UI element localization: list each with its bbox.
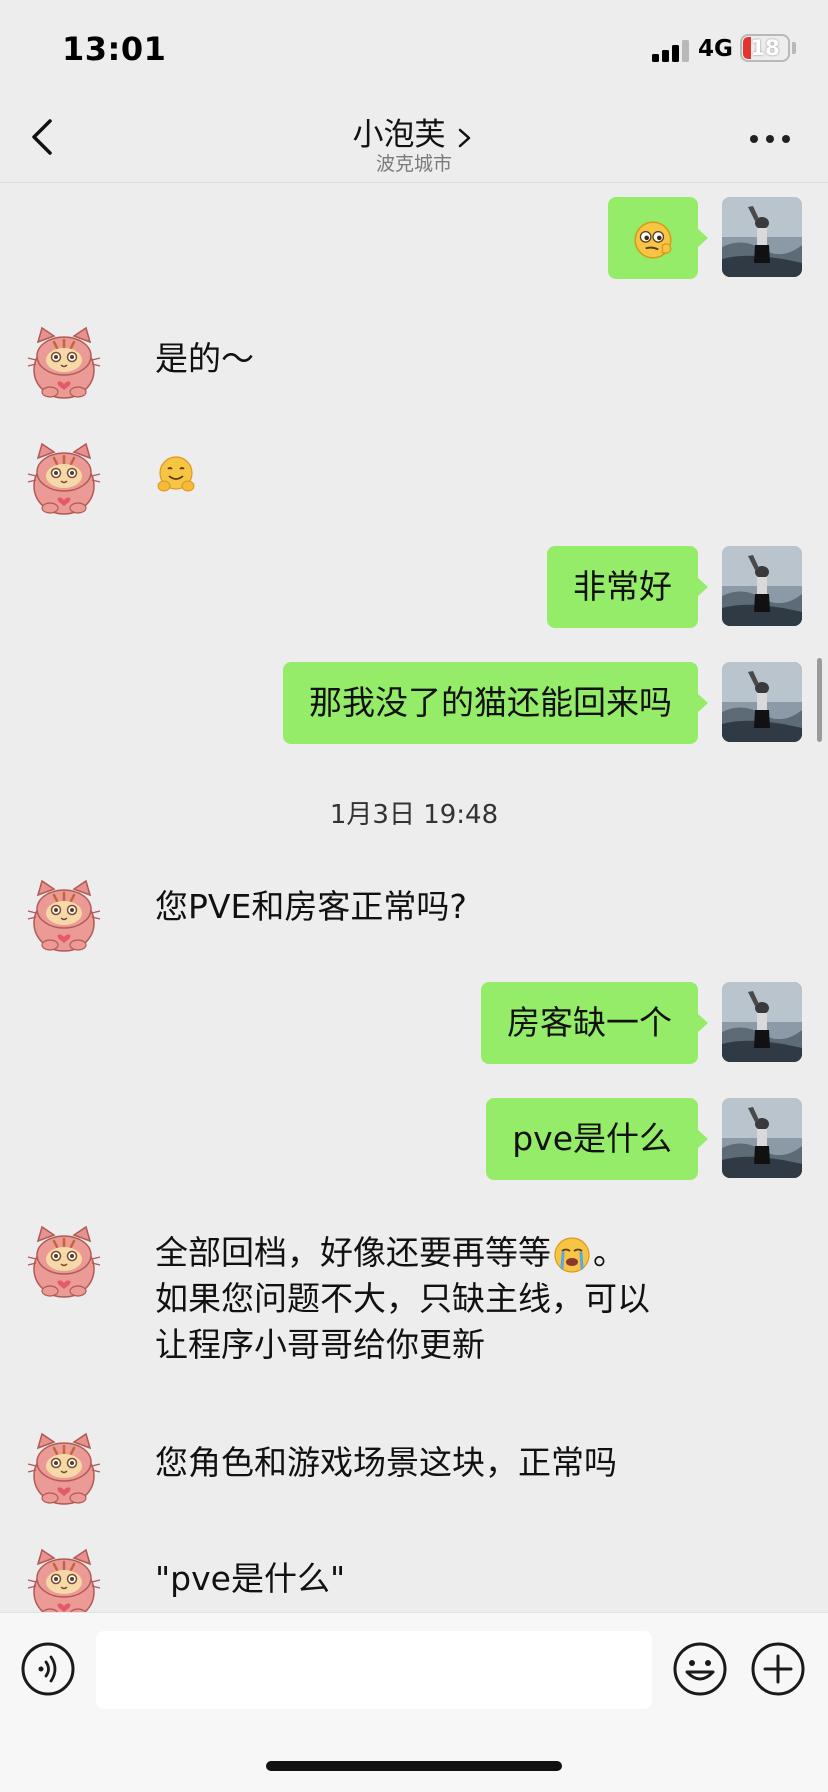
message-bubble-self[interactable] [608,197,708,279]
input-bar [0,1612,828,1792]
message-line: 如果您问题不大，只缺主线，可以 [155,1279,650,1318]
battery-level: 18 [750,36,780,60]
message-bubble-self[interactable]: 非常好 [547,546,708,628]
emoji-face-icon[interactable] [672,1641,728,1697]
home-indicator [266,1761,562,1771]
hug-emoji-icon [157,455,195,491]
chat-title[interactable]: 小泡芙 [353,117,446,153]
message-text-contact[interactable]: "pve是什么" [155,1556,345,1602]
avatar-self[interactable] [722,197,802,277]
signal-icon [652,38,690,62]
chat-title-area[interactable]: 小泡芙 [0,109,828,154]
message-bubble-self[interactable]: 那我没了的猫还能回来吗 [283,662,708,744]
message-timestamp: 1月3日 19:48 [329,800,499,830]
message-input[interactable] [96,1631,652,1709]
avatar-contact[interactable] [24,436,104,516]
message-line: 让程序小哥哥给你更新 [155,1325,485,1364]
message-text-contact[interactable]: 您PVE和房客正常吗? [155,884,467,930]
crying-emoji-icon [554,1236,590,1273]
plus-circle-icon[interactable] [750,1641,806,1697]
battery-icon: 18 [740,34,790,62]
message-bubble-self[interactable]: 房客缺一个 [481,982,708,1064]
chat-messages[interactable]: 是的～ 非常好 那我没了的猫还能回来吗 1月3日 19:48 您PVE和房客正常… [0,184,828,1612]
message-text-contact[interactable]: 全部回档，好像还要再等等 。 如果您问题不大，只缺主线，可以 让程序小哥哥给你更… [155,1230,650,1368]
avatar-self[interactable] [722,1098,802,1178]
avatar-self[interactable] [722,982,802,1062]
more-dots-icon[interactable] [750,135,790,147]
thinking-emoji-icon [634,220,672,259]
message-line-text: 。 [593,1233,626,1272]
message-line: 全部回档，好像还要再等等 。 [155,1230,650,1276]
scrollbar[interactable] [817,658,822,742]
chat-subtitle: 波克城市 [375,153,452,175]
message-emoji-contact[interactable] [155,450,197,496]
chevron-right-icon [458,128,470,147]
avatar-contact[interactable] [24,1542,104,1612]
avatar-self[interactable] [722,546,802,626]
avatar-contact[interactable] [24,320,104,400]
chat-header: 小泡芙 波克城市 [0,95,828,183]
avatar-contact[interactable] [24,1219,104,1299]
avatar-contact[interactable] [24,1426,104,1506]
message-text-contact[interactable]: 您角色和游戏场景这块，正常吗 [155,1440,617,1486]
message-bubble-self[interactable]: pve是什么 [486,1098,708,1180]
status-time: 13:01 [62,30,167,68]
message-line-text: 全部回档，好像还要再等等 [155,1233,551,1272]
network-type: 4G [698,36,733,62]
message-text-contact[interactable]: 是的～ [155,336,254,382]
avatar-contact[interactable] [24,873,104,953]
voice-icon[interactable] [20,1641,76,1697]
status-bar: 13:01 4G 18 [0,0,828,95]
avatar-self[interactable] [722,662,802,742]
